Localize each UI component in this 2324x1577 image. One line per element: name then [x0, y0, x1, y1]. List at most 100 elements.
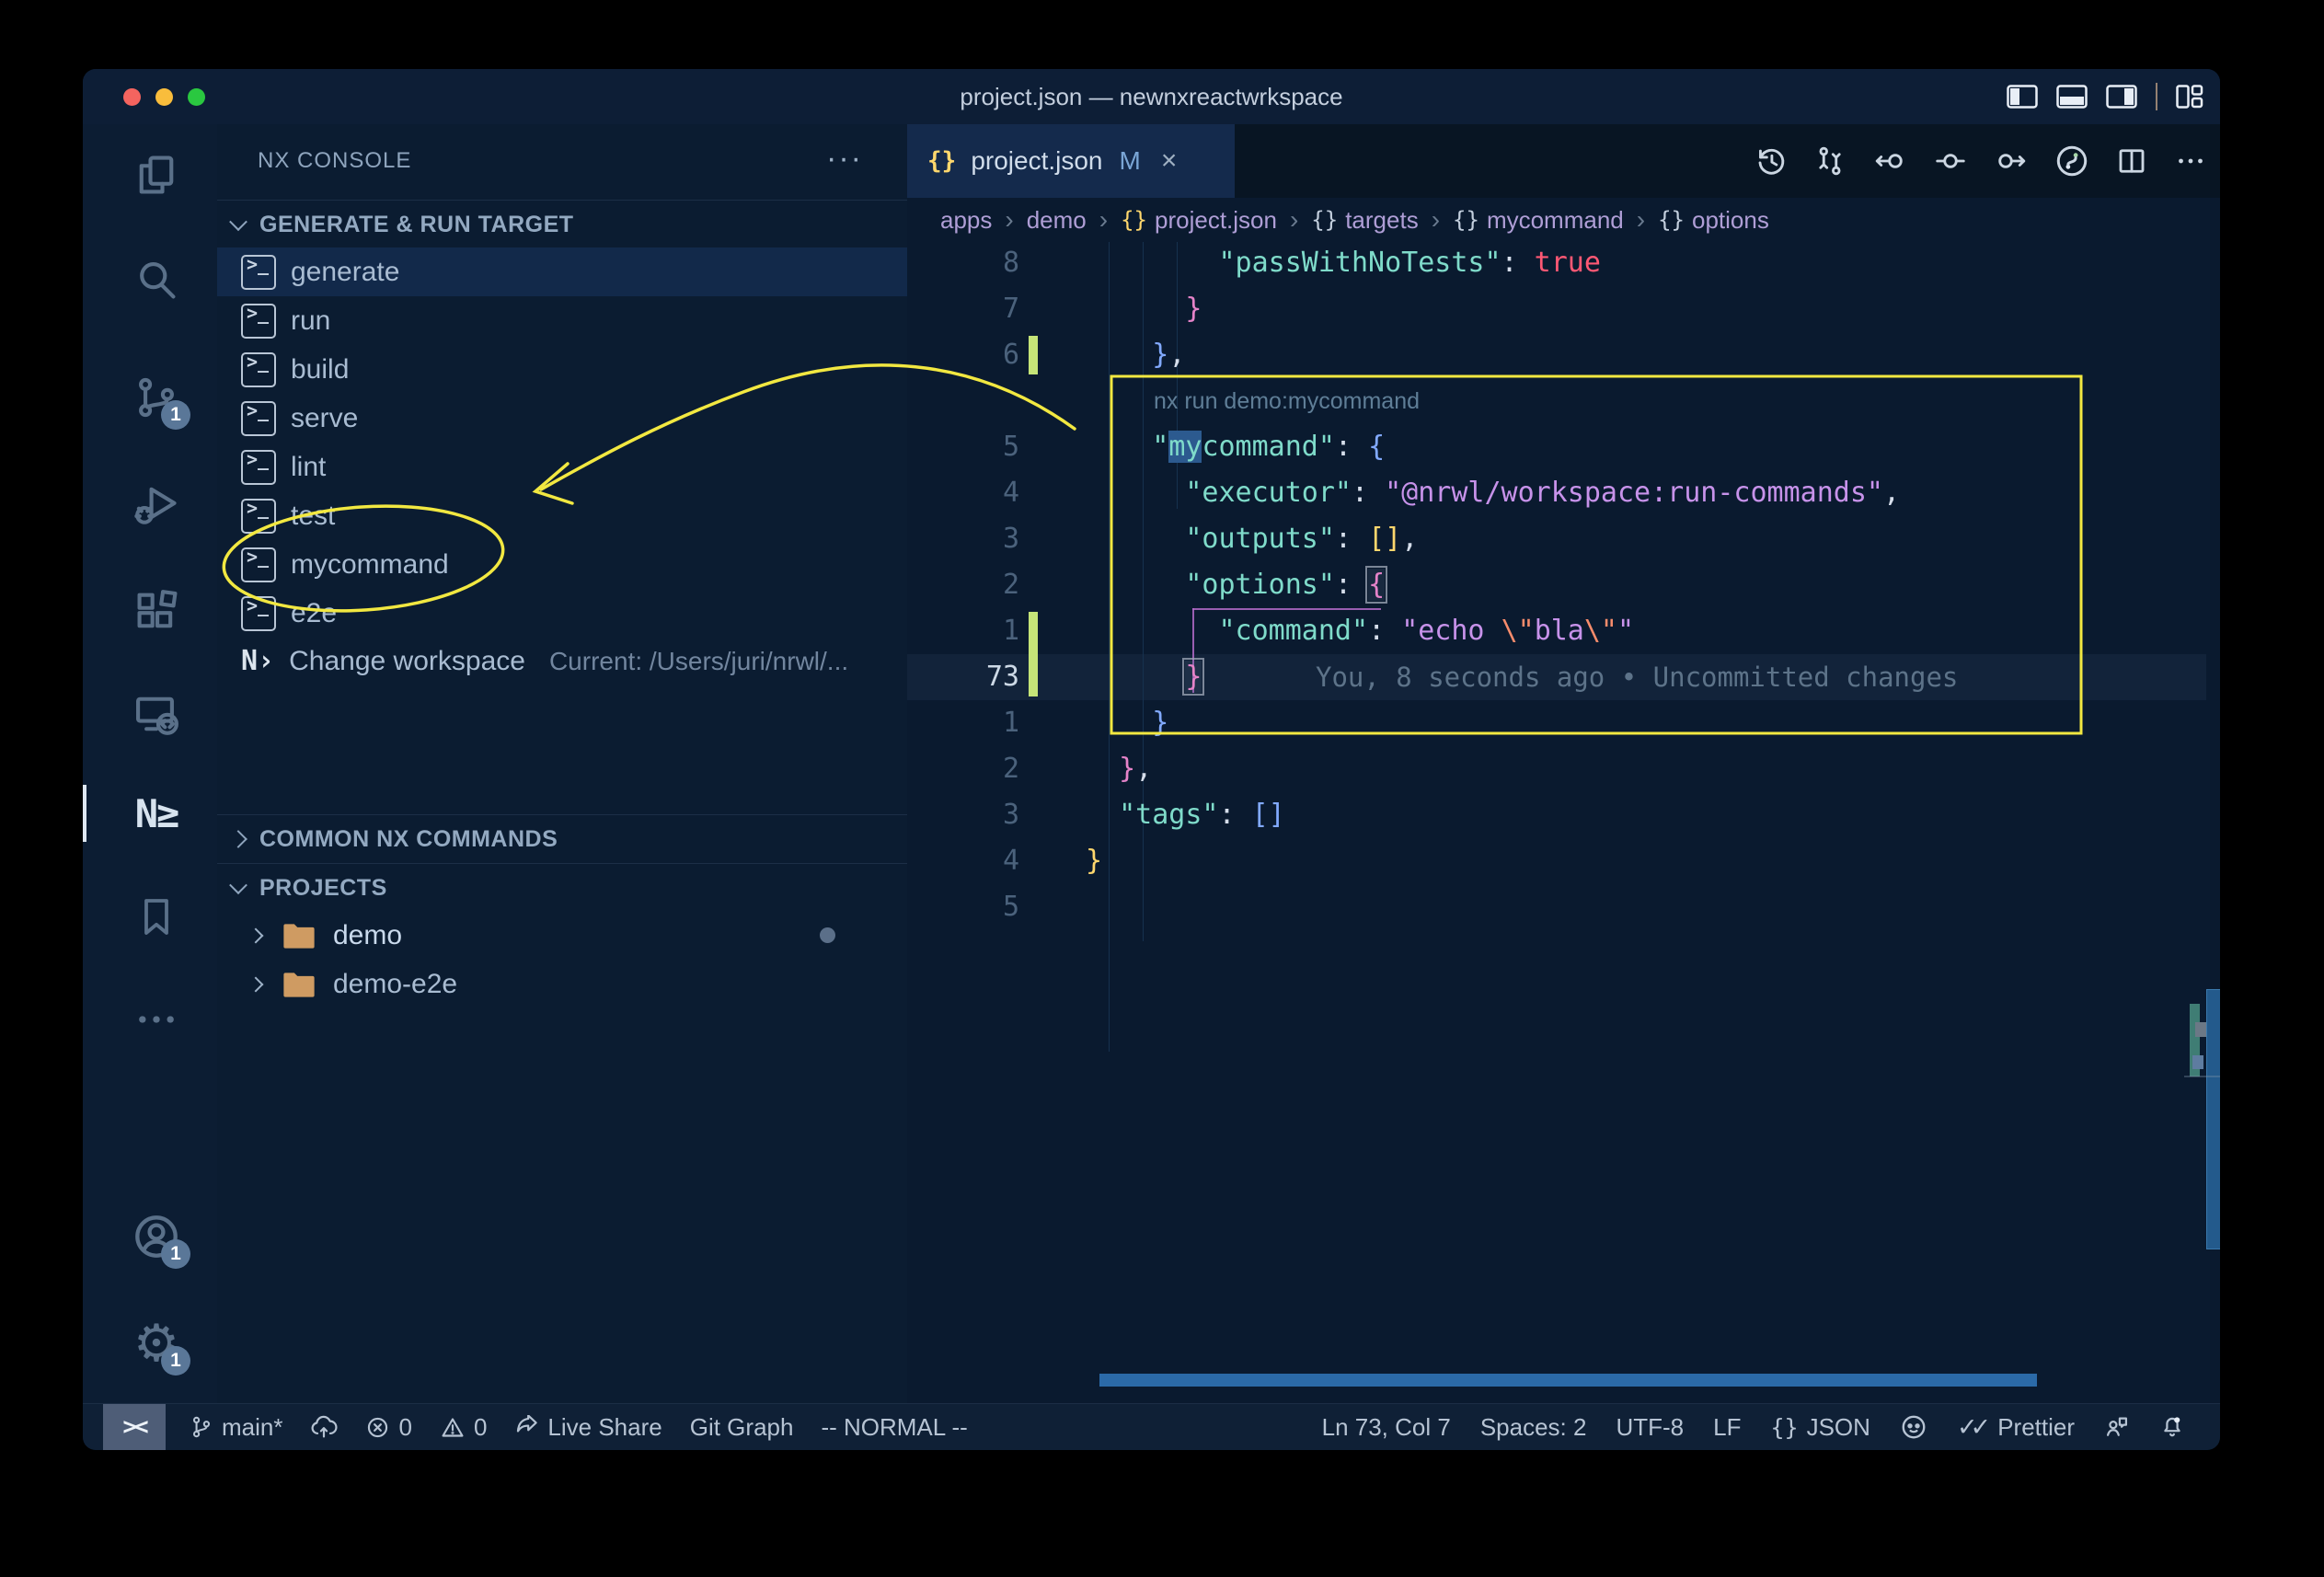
code-line[interactable]: "passWithNoTests": true: [1086, 242, 1601, 286]
code-line[interactable]: "outputs": [],: [1086, 516, 1418, 562]
status-encoding[interactable]: UTF-8: [1616, 1413, 1684, 1442]
status-label: UTF-8: [1616, 1413, 1684, 1442]
explorer-icon[interactable]: [113, 132, 200, 218]
sidebar-target-mycommand[interactable]: >_mycommand: [217, 540, 907, 589]
status-sync[interactable]: [310, 1415, 338, 1439]
code-line[interactable]: }: [1086, 654, 1202, 700]
bookmarks-icon[interactable]: [113, 873, 200, 960]
cloud-upload-icon: [310, 1415, 338, 1439]
search-icon[interactable]: [113, 236, 200, 323]
section-common-nx-commands[interactable]: COMMON NX COMMANDS: [217, 814, 907, 863]
status-copilot[interactable]: [1900, 1413, 1927, 1441]
chevron-right-icon: [248, 927, 264, 943]
code-line[interactable]: "mycommand": {: [1086, 424, 1385, 470]
sidebar-project-demo[interactable]: demo: [217, 911, 907, 960]
breadcrumb-item-options[interactable]: {}options: [1658, 206, 1769, 235]
sidebar-target-generate[interactable]: >_generate: [217, 247, 907, 296]
extensions-icon[interactable]: [113, 568, 200, 654]
nx-console-icon[interactable]: N≥: [113, 770, 200, 857]
status-warnings[interactable]: 0: [440, 1413, 487, 1442]
code-line[interactable]: }: [1086, 286, 1202, 332]
open-changes-icon[interactable]: [1813, 144, 1847, 178]
settings-icon[interactable]: ⚙1: [113, 1300, 200, 1387]
breadcrumb-label: options: [1692, 206, 1769, 235]
status-live-share[interactable]: Live Share: [514, 1413, 662, 1442]
target-label: run: [291, 305, 330, 337]
code-line[interactable]: "command": "echo \"bla\"": [1086, 608, 1634, 654]
sidebar-target-run[interactable]: >_ run: [217, 296, 907, 345]
terminal-icon: >_: [241, 499, 276, 534]
status-prettier[interactable]: ✓✓Prettier: [1957, 1413, 2075, 1442]
sidebar-item-change-workspace[interactable]: N› Change workspace Current: /Users/juri…: [217, 637, 907, 685]
line-number: 3: [931, 516, 1019, 562]
remote-indicator[interactable]: ><: [103, 1404, 166, 1450]
braces-icon: {}: [1770, 1414, 1798, 1441]
sidebar-target-lint[interactable]: >_lint: [217, 443, 907, 491]
code-line[interactable]: "executor": "@nrwl/workspace:run-command…: [1086, 470, 1900, 516]
remote-explorer-icon[interactable]: [113, 671, 200, 757]
timeline-icon[interactable]: [2054, 144, 2089, 178]
chevron-right-icon: [229, 830, 247, 848]
tab-project-json[interactable]: {} project.json M ×: [907, 124, 1235, 198]
customize-layout-icon[interactable]: [2176, 85, 2203, 109]
next-change-icon[interactable]: [1994, 144, 2029, 178]
sidebar-project-demo-e2e[interactable]: demo-e2e: [217, 960, 907, 1008]
sidebar-target-test[interactable]: >_test: [217, 491, 907, 540]
code-line[interactable]: },: [1086, 746, 1152, 792]
line-number: 7: [931, 286, 1019, 332]
titlebar-separator: [2156, 83, 2157, 110]
code-line[interactable]: }: [1086, 700, 1168, 746]
source-control-icon[interactable]: 1: [113, 354, 200, 441]
breadcrumb-item-demo[interactable]: demo: [1027, 206, 1087, 235]
sidebar-more-actions-icon[interactable]: ···: [826, 141, 863, 177]
status-cursor-position[interactable]: Ln 73, Col 7: [1322, 1413, 1451, 1442]
status-notifications[interactable]: [2159, 1414, 2185, 1440]
breadcrumb-item-apps[interactable]: apps: [940, 206, 992, 235]
vertical-scrollbar[interactable]: [2206, 989, 2220, 1249]
status-language-mode[interactable]: {}JSON: [1770, 1413, 1870, 1442]
breadcrumb-item-targets[interactable]: {}targets: [1311, 206, 1418, 235]
code-line[interactable]: }: [1086, 838, 1102, 884]
status-errors[interactable]: 0: [365, 1413, 411, 1442]
terminal-icon: >_: [241, 304, 276, 339]
horizontal-scrollbar[interactable]: [1099, 1374, 2037, 1387]
more-icon[interactable]: [113, 976, 200, 1063]
change-icon[interactable]: [1933, 144, 1968, 178]
status-eol[interactable]: LF: [1713, 1413, 1741, 1442]
status-label: 0: [474, 1413, 487, 1442]
toggle-secondary-sidebar-icon[interactable]: [2106, 85, 2137, 109]
source-control-badge: 1: [161, 400, 190, 430]
code-line[interactable]: "tags": []: [1086, 792, 1285, 838]
git-blame-annotation: You, 8 seconds ago • Uncommitted changes: [1316, 654, 1958, 700]
toggle-panel-icon[interactable]: [2056, 85, 2088, 109]
error-icon: [365, 1415, 390, 1440]
section-generate-run-target[interactable]: GENERATE & RUN TARGET: [217, 200, 907, 248]
code-line[interactable]: "options": {: [1086, 562, 1385, 608]
status-indentation[interactable]: Spaces: 2: [1480, 1413, 1587, 1442]
git-added-gutter: [1029, 612, 1038, 696]
modified-indicator: M: [1120, 146, 1141, 176]
toggle-sidebar-icon[interactable]: [2007, 85, 2038, 109]
run-debug-icon[interactable]: [113, 461, 200, 547]
status-branch[interactable]: main*: [190, 1413, 282, 1442]
line-number: 4: [931, 470, 1019, 516]
status-feedback[interactable]: [2104, 1414, 2130, 1440]
breadcrumb-label: targets: [1345, 206, 1419, 235]
sidebar-target-e2e[interactable]: >_e2e: [217, 589, 907, 638]
status-git-graph[interactable]: Git Graph: [690, 1413, 794, 1442]
history-icon[interactable]: [1755, 144, 1788, 178]
breadcrumb-item-mycommand[interactable]: {}mycommand: [1453, 206, 1624, 235]
status-vim-mode[interactable]: -- NORMAL --: [821, 1413, 967, 1442]
codelens-run-command[interactable]: nx run demo:mycommand: [1154, 378, 1420, 424]
accounts-icon[interactable]: 1: [113, 1193, 200, 1280]
split-editor-icon[interactable]: [2115, 144, 2148, 178]
more-actions-icon[interactable]: [2174, 144, 2207, 178]
code-area[interactable]: 8 "passWithNoTests": true7 }6 },nx run d…: [907, 242, 2220, 1404]
sidebar-target-serve[interactable]: >_serve: [217, 394, 907, 443]
section-projects[interactable]: PROJECTS: [217, 863, 907, 912]
code-line[interactable]: },: [1086, 332, 1185, 378]
sidebar-target-build[interactable]: >_build: [217, 345, 907, 394]
previous-change-icon[interactable]: [1872, 144, 1907, 178]
breadcrumb-item-project-json[interactable]: {}project.json: [1121, 206, 1277, 235]
close-tab-icon[interactable]: ×: [1161, 145, 1178, 177]
